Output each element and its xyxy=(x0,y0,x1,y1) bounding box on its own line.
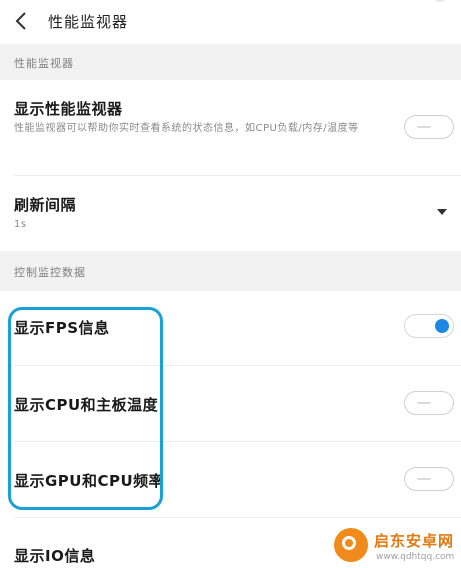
divider xyxy=(14,517,461,518)
io-title: 显示IO信息 xyxy=(14,547,96,565)
refresh-interval-title: 刷新间隔 xyxy=(14,196,77,214)
watermark-url: www.qdhtqq.com xyxy=(376,552,455,562)
annotation-highlight-box xyxy=(8,307,163,510)
watermark-logo-icon xyxy=(334,528,368,562)
top-bar: 性能监视器 xyxy=(0,0,461,44)
gpu-cpu-freq-toggle[interactable] xyxy=(404,467,454,491)
toggle-knob xyxy=(435,319,449,333)
toggle-knob xyxy=(417,478,431,480)
dropdown-arrow-icon[interactable] xyxy=(437,209,447,215)
overflow-icon[interactable] xyxy=(432,0,448,2)
refresh-interval-value: 1s xyxy=(14,219,27,230)
divider xyxy=(14,175,461,176)
fps-toggle[interactable] xyxy=(404,314,454,338)
section-header-monitor: 性能监视器 xyxy=(0,44,461,80)
back-arrow-icon[interactable] xyxy=(14,12,28,30)
cpu-temp-toggle[interactable] xyxy=(404,391,454,415)
section-label-monitor: 性能监视器 xyxy=(14,57,74,70)
section-header-control: 控制监控数据 xyxy=(0,251,461,291)
toggle-knob xyxy=(417,402,431,404)
watermark-name: 启东安卓网 xyxy=(374,532,455,550)
show-monitor-title: 显示性能监视器 xyxy=(14,100,123,118)
page-title: 性能监视器 xyxy=(48,13,129,31)
watermark: 启东安卓网 www.qdhtqq.com xyxy=(330,520,461,568)
show-monitor-toggle[interactable] xyxy=(404,115,454,139)
toggle-knob xyxy=(417,126,431,128)
section-label-control: 控制监控数据 xyxy=(14,266,86,279)
show-monitor-description: 性能监视器可以帮助你实时查看系统的状态信息，如CPU负载/内存/温度等 xyxy=(14,123,359,134)
